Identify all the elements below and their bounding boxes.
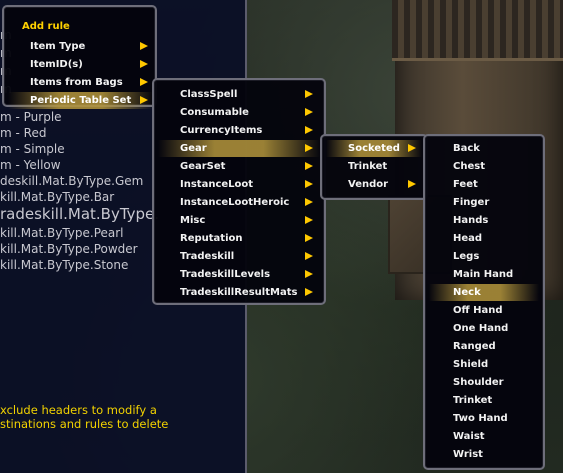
menu-item-trinket[interactable]: Trinket xyxy=(453,392,539,409)
panel-line[interactable]: radeskill.Mat.ByType. xyxy=(0,205,159,223)
tower-roof xyxy=(392,0,563,61)
menu-item-socketed[interactable]: Socketed xyxy=(326,140,422,157)
panel-line[interactable]: kill.Mat.ByType.Powder xyxy=(0,242,138,256)
menu-item-off-hand[interactable]: Off Hand xyxy=(453,302,539,319)
menu-item-head[interactable]: Head xyxy=(453,230,539,247)
menu-item-reputation[interactable]: Reputation xyxy=(180,230,320,247)
menu-item-shield[interactable]: Shield xyxy=(453,356,539,373)
panel-line[interactable]: m - Purple xyxy=(0,110,62,124)
menu-item-item-type[interactable]: Item Type xyxy=(30,38,153,55)
menu-item-misc[interactable]: Misc xyxy=(180,212,320,229)
submenu-arrow-icon xyxy=(140,60,148,68)
menu-item-back[interactable]: Back xyxy=(453,140,539,157)
menu-item-items-from-bags[interactable]: Items from Bags xyxy=(30,74,153,91)
submenu-arrow-icon xyxy=(140,78,148,86)
menu-item-instancelootheroic[interactable]: InstanceLootHeroic xyxy=(180,194,320,211)
menu-item-finger[interactable]: Finger xyxy=(453,194,539,211)
submenu-arrow-icon xyxy=(305,162,313,170)
menu-item-waist[interactable]: Waist xyxy=(453,428,539,445)
submenu-arrow-icon xyxy=(305,90,313,98)
menu-item-gear[interactable]: Gear xyxy=(158,140,320,157)
menu-item-tradeskillresultmats[interactable]: TradeskillResultMats xyxy=(180,284,320,301)
menu-item-feet[interactable]: Feet xyxy=(453,176,539,193)
panel-line[interactable]: kill.Mat.ByType.Pearl xyxy=(0,226,124,240)
menu-item-wrist[interactable]: Wrist xyxy=(453,446,539,463)
menu-item-trinket[interactable]: Trinket xyxy=(348,158,422,175)
menu-item-consumable[interactable]: Consumable xyxy=(180,104,320,121)
periodic-table-set-menu: ClassSpell Consumable CurrencyItems Gear… xyxy=(152,78,326,305)
socketed-slots-menu: Back Chest Feet Finger Hands Head Legs M… xyxy=(423,134,545,470)
menu-item-neck[interactable]: Neck xyxy=(429,284,539,301)
menu-item-chest[interactable]: Chest xyxy=(453,158,539,175)
menu-item-gearset[interactable]: GearSet xyxy=(180,158,320,175)
panel-line[interactable]: m - Red xyxy=(0,126,46,140)
submenu-arrow-icon xyxy=(140,96,148,104)
menu-item-main-hand[interactable]: Main Hand xyxy=(453,266,539,283)
submenu-arrow-icon xyxy=(305,126,313,134)
submenu-arrow-icon xyxy=(305,234,313,242)
submenu-arrow-icon xyxy=(305,144,313,152)
menu-item-two-hand[interactable]: Two Hand xyxy=(453,410,539,427)
menu-item-periodic-table-set[interactable]: Periodic Table Set xyxy=(8,92,153,109)
submenu-arrow-icon xyxy=(408,144,416,152)
menu-item-shoulder[interactable]: Shoulder xyxy=(453,374,539,391)
submenu-arrow-icon xyxy=(305,270,313,278)
submenu-arrow-icon xyxy=(408,180,416,188)
menu-item-ranged[interactable]: Ranged xyxy=(453,338,539,355)
gear-menu: Socketed Trinket Vendor xyxy=(320,134,428,200)
submenu-arrow-icon xyxy=(305,180,313,188)
panel-line[interactable]: m - Simple xyxy=(0,142,65,156)
submenu-arrow-icon xyxy=(305,252,313,260)
submenu-arrow-icon xyxy=(305,198,313,206)
submenu-arrow-icon xyxy=(140,42,148,50)
menu-item-legs[interactable]: Legs xyxy=(453,248,539,265)
menu-item-tradeskilllevels[interactable]: TradeskillLevels xyxy=(180,266,320,283)
panel-line[interactable]: deskill.Mat.ByType.Gem xyxy=(0,174,143,188)
menu-item-instanceloot[interactable]: InstanceLoot xyxy=(180,176,320,193)
menu-item-vendor[interactable]: Vendor xyxy=(348,176,422,193)
menu-item-currencyitems[interactable]: CurrencyItems xyxy=(180,122,320,139)
add-rule-menu: Add rule Item Type ItemID(s) Items from … xyxy=(2,5,157,109)
panel-footer-line: xclude headers to modify a xyxy=(0,403,157,417)
submenu-arrow-icon xyxy=(305,108,313,116)
menu-item-tradeskill[interactable]: Tradeskill xyxy=(180,248,320,265)
menu-item-one-hand[interactable]: One Hand xyxy=(453,320,539,337)
panel-line[interactable]: kill.Mat.ByType.Stone xyxy=(0,258,128,272)
panel-line[interactable]: m - Yellow xyxy=(0,158,61,172)
menu-title: Add rule xyxy=(22,21,70,32)
menu-item-classspell[interactable]: ClassSpell xyxy=(180,86,320,103)
submenu-arrow-icon xyxy=(305,216,313,224)
panel-footer-line: stinations and rules to delete xyxy=(0,417,169,431)
menu-item-hands[interactable]: Hands xyxy=(453,212,539,229)
panel-line[interactable]: kill.Mat.ByType.Bar xyxy=(0,190,114,204)
submenu-arrow-icon xyxy=(305,288,313,296)
menu-item-itemids[interactable]: ItemID(s) xyxy=(30,56,153,73)
